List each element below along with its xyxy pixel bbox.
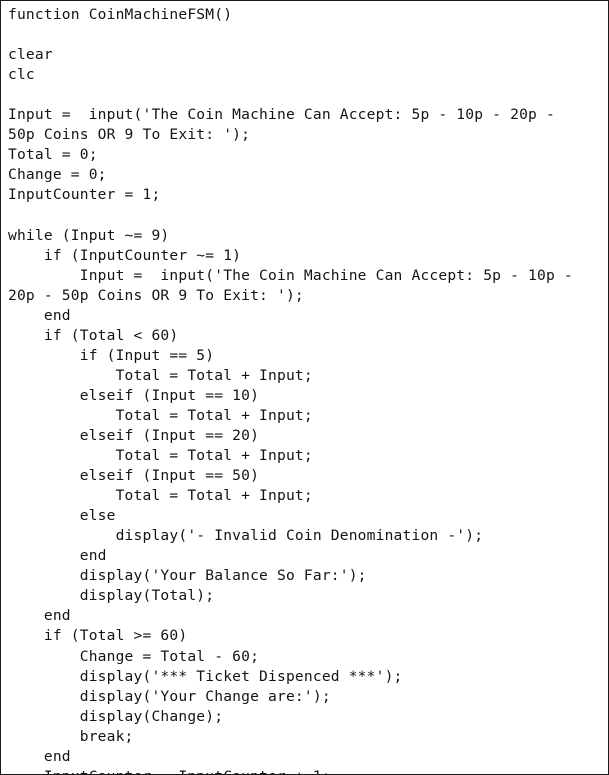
code-line: Total = Total + Input;	[8, 366, 313, 384]
code-line: Input = input('The Coin Machine Can Acce…	[8, 106, 564, 124]
code-line: 20p - 50p Coins OR 9 To Exit: ');	[8, 286, 304, 304]
code-line: display(Total);	[8, 587, 215, 605]
code-line: InputCounter = InputCounter + 1;	[8, 767, 608, 774]
code-line: break;	[8, 727, 134, 745]
code-line: end	[8, 747, 71, 765]
code-line: display('- Invalid Coin Denomination -')…	[8, 527, 484, 545]
code-line: Change = Total - 60;	[8, 647, 260, 665]
code-line: display('*** Ticket Dispenced ***');	[8, 667, 403, 685]
code-line: end	[8, 306, 71, 324]
code-line: else	[8, 507, 116, 525]
code-line: Change = 0;	[8, 166, 107, 184]
code-line: end	[8, 547, 107, 565]
code-line: display(Change);	[8, 707, 224, 725]
code-line: elseif (Input == 50)	[8, 467, 260, 485]
code-line: if (Total >= 60)	[8, 627, 188, 645]
code-line: 50p Coins OR 9 To Exit: ');	[8, 126, 251, 144]
code-line: Total = Total + Input;	[8, 487, 313, 505]
code-listing-panel: function CoinMachineFSM() clear clc Input…	[0, 0, 609, 775]
code-line: display('Your Change are:');	[8, 687, 331, 705]
code-line: display('Your Balance So Far:');	[8, 567, 367, 585]
code-line: end	[8, 607, 71, 625]
code-line: Total = 0;	[8, 146, 98, 164]
code-line: clear	[8, 46, 53, 64]
code-line: while (Input ~= 9)	[8, 226, 170, 244]
code-line: elseif (Input == 20)	[8, 426, 260, 444]
code-line: if (Input == 5)	[8, 346, 215, 364]
code-line: function CoinMachineFSM()	[8, 6, 233, 23]
code-line: InputCounter = 1;	[8, 186, 161, 204]
code-line: clc	[8, 66, 35, 84]
code-line: elseif (Input == 10)	[8, 386, 260, 404]
code-line: Total = Total + Input;	[8, 406, 313, 424]
code-line: Total = Total + Input;	[8, 447, 313, 465]
source-code-block[interactable]: function CoinMachineFSM() clear clc Input…	[8, 5, 608, 774]
code-line: Input = input('The Coin Machine Can Acce…	[8, 266, 582, 284]
code-line: if (InputCounter ~= 1)	[8, 246, 242, 264]
code-line: if (Total < 60)	[8, 326, 179, 344]
